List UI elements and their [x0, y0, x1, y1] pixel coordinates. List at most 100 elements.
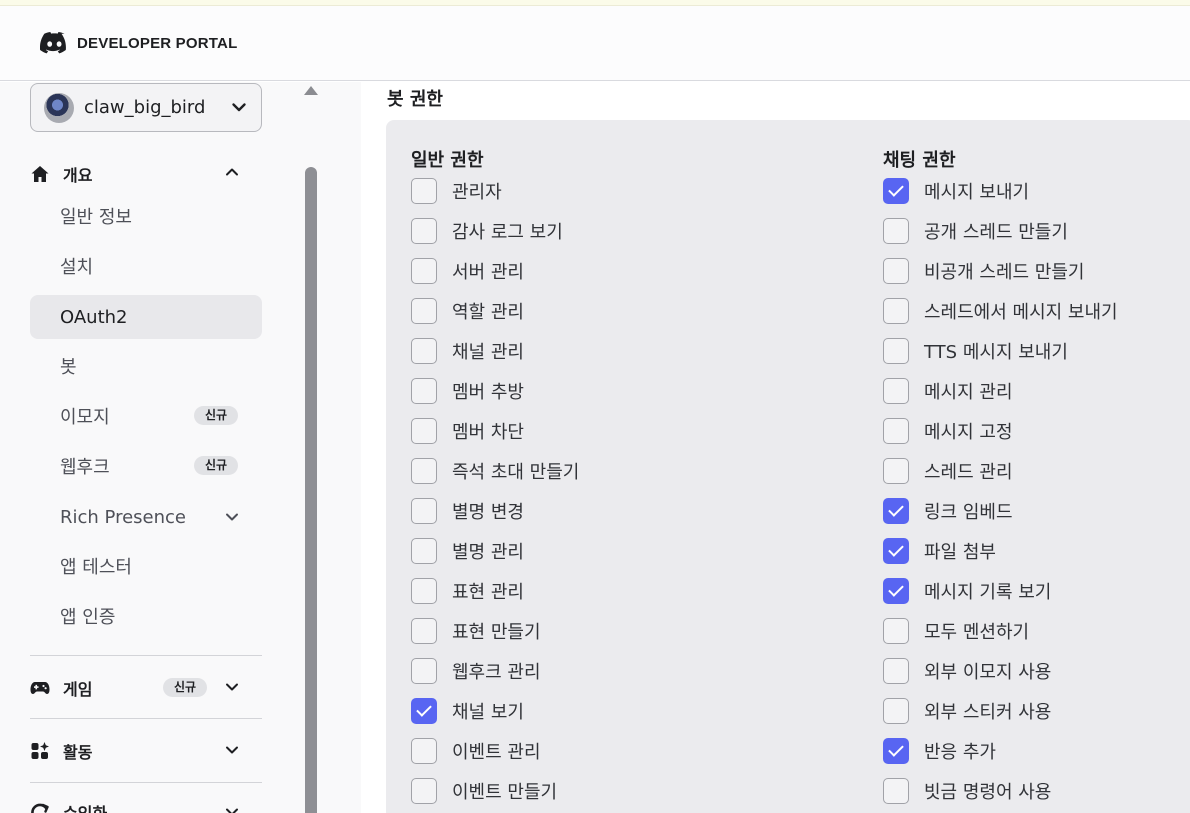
- permission-label: TTS 메시지 보내기: [924, 342, 1068, 363]
- app-selector[interactable]: claw_big_bird: [30, 83, 262, 132]
- permission-checkbox[interactable]: [411, 538, 437, 564]
- general-permission-row[interactable]: 표현 관리: [411, 578, 524, 604]
- text-permission-row[interactable]: 반응 추가: [883, 738, 996, 764]
- general-permission-row[interactable]: 이벤트 관리: [411, 738, 541, 764]
- sidebar-item-rich-presence[interactable]: Rich Presence: [30, 495, 262, 539]
- permission-label: 관리자: [452, 182, 502, 203]
- permission-label: 역할 관리: [452, 302, 524, 323]
- permission-checkbox[interactable]: [883, 698, 909, 724]
- permission-checkbox[interactable]: [883, 418, 909, 444]
- permission-checkbox[interactable]: [883, 298, 909, 324]
- permission-checkbox[interactable]: [883, 738, 909, 764]
- sidebar-item-oauth2[interactable]: OAuth2: [30, 295, 262, 339]
- permission-checkbox[interactable]: [411, 578, 437, 604]
- permission-label: 스레드 관리: [924, 462, 1013, 483]
- general-permission-row[interactable]: 표현 만들기: [411, 618, 541, 644]
- general-permission-row[interactable]: 이벤트 만들기: [411, 778, 557, 804]
- general-permission-row[interactable]: 웹후크 관리: [411, 658, 541, 684]
- permission-checkbox[interactable]: [883, 338, 909, 364]
- permission-checkbox[interactable]: [883, 498, 909, 524]
- scroll-up-arrow[interactable]: [304, 86, 318, 95]
- permission-checkbox[interactable]: [411, 738, 437, 764]
- sidebar-item-webhooks[interactable]: 웹후크 신규: [30, 444, 262, 488]
- text-permission-row[interactable]: 비공개 스레드 만들기: [883, 258, 1084, 284]
- permission-label: 빗금 명령어 사용: [924, 782, 1052, 803]
- general-permissions-title: 일반 권한: [411, 150, 484, 171]
- section-monetization[interactable]: 수익화: [30, 800, 107, 813]
- text-permission-row[interactable]: 모두 멘션하기: [883, 618, 1029, 644]
- section-overview[interactable]: 개요: [30, 162, 92, 186]
- sidebar-item-app-verification[interactable]: 앱 인증: [30, 594, 262, 638]
- permission-checkbox[interactable]: [883, 538, 909, 564]
- permission-checkbox[interactable]: [883, 218, 909, 244]
- sidebar-item-emoji[interactable]: 이모지 신규: [30, 394, 262, 438]
- general-permission-row[interactable]: 멤버 차단: [411, 418, 524, 444]
- permission-checkbox[interactable]: [883, 618, 909, 644]
- general-permission-row[interactable]: 즉석 초대 만들기: [411, 458, 579, 484]
- permission-checkbox[interactable]: [411, 258, 437, 284]
- general-permission-row[interactable]: 별명 관리: [411, 538, 524, 564]
- permission-checkbox[interactable]: [883, 778, 909, 804]
- text-permission-row[interactable]: 외부 스티커 사용: [883, 698, 1051, 724]
- text-permission-row[interactable]: 파일 첨부: [883, 538, 996, 564]
- text-permission-row[interactable]: TTS 메시지 보내기: [883, 338, 1068, 364]
- text-permission-row[interactable]: 외부 이모지 사용: [883, 658, 1051, 684]
- permission-checkbox[interactable]: [411, 378, 437, 404]
- general-permission-row[interactable]: 감사 로그 보기: [411, 218, 563, 244]
- general-permission-row[interactable]: 별명 변경: [411, 498, 524, 524]
- text-permission-row[interactable]: 메시지 기록 보기: [883, 578, 1051, 604]
- sidebar-scrollbar[interactable]: [305, 167, 317, 813]
- general-permission-row[interactable]: 역할 관리: [411, 298, 524, 324]
- permission-checkbox[interactable]: [411, 658, 437, 684]
- chevron-down-icon[interactable]: [224, 679, 240, 695]
- text-permission-row[interactable]: 링크 임베드: [883, 498, 1013, 524]
- text-permission-row[interactable]: 빗금 명령어 사용: [883, 778, 1051, 804]
- permission-checkbox[interactable]: [411, 458, 437, 484]
- general-permission-row[interactable]: 관리자: [411, 178, 502, 204]
- permission-label: 비공개 스레드 만들기: [924, 262, 1085, 283]
- app-avatar: [44, 92, 74, 123]
- permission-label: 스레드에서 메시지 보내기: [924, 302, 1118, 323]
- permission-label: 채널 보기: [452, 702, 524, 723]
- text-permission-row[interactable]: 메시지 고정: [883, 418, 1013, 444]
- general-permission-row[interactable]: 멤버 추방: [411, 378, 524, 404]
- text-permission-row[interactable]: 스레드에서 메시지 보내기: [883, 298, 1118, 324]
- permission-checkbox[interactable]: [883, 258, 909, 284]
- chevron-down-icon[interactable]: [224, 742, 240, 758]
- sidebar-item-app-testers[interactable]: 앱 테스터: [30, 544, 262, 588]
- permission-checkbox[interactable]: [411, 298, 437, 324]
- text-permission-row[interactable]: 메시지 관리: [883, 378, 1013, 404]
- section-games[interactable]: 게임: [30, 676, 92, 700]
- permission-checkbox[interactable]: [883, 458, 909, 484]
- permission-checkbox[interactable]: [411, 778, 437, 804]
- sidebar-item-installation[interactable]: 설치: [30, 244, 262, 288]
- permission-checkbox[interactable]: [883, 658, 909, 684]
- permission-checkbox[interactable]: [411, 338, 437, 364]
- permission-checkbox[interactable]: [883, 578, 909, 604]
- text-permission-row[interactable]: 공개 스레드 만들기: [883, 218, 1068, 244]
- permission-checkbox[interactable]: [411, 618, 437, 644]
- permission-checkbox[interactable]: [883, 178, 909, 204]
- text-permission-row[interactable]: 스레드 관리: [883, 458, 1013, 484]
- chevron-down-icon[interactable]: [224, 804, 240, 813]
- developer-portal-logo[interactable]: DEVELOPER PORTAL: [40, 32, 237, 54]
- permission-checkbox[interactable]: [411, 698, 437, 724]
- permission-checkbox[interactable]: [411, 498, 437, 524]
- chevron-up-icon[interactable]: [224, 164, 240, 180]
- permission-checkbox[interactable]: [411, 418, 437, 444]
- discord-logo-icon: [40, 32, 66, 54]
- permission-label: 모두 멘션하기: [924, 622, 1030, 643]
- permission-checkbox[interactable]: [883, 378, 909, 404]
- permission-label: 메시지 보내기: [924, 182, 1030, 203]
- sidebar-item-bot[interactable]: 봇: [30, 344, 262, 388]
- permission-checkbox[interactable]: [411, 178, 437, 204]
- general-permission-row[interactable]: 서버 관리: [411, 258, 524, 284]
- permission-checkbox[interactable]: [411, 218, 437, 244]
- general-permission-row[interactable]: 채널 관리: [411, 338, 524, 364]
- general-permission-row[interactable]: 채널 보기: [411, 698, 524, 724]
- section-activities[interactable]: 활동: [30, 739, 92, 763]
- new-badge: 신규: [163, 678, 208, 697]
- text-permission-row[interactable]: 메시지 보내기: [883, 178, 1029, 204]
- sidebar-item-general-info[interactable]: 일반 정보: [30, 194, 262, 238]
- chevron-down-icon: [232, 103, 246, 112]
